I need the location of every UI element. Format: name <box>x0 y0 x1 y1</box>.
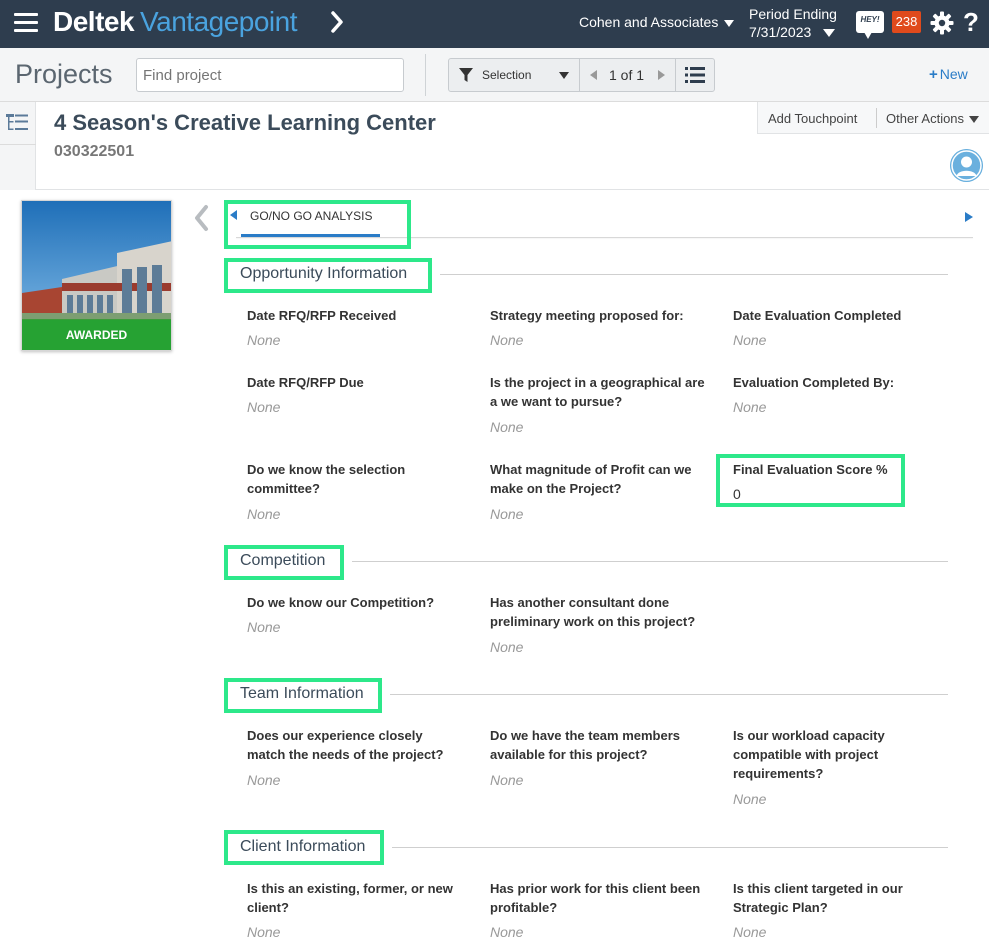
field-label: Date RFQ/RFP Due <box>247 375 364 390</box>
field-label: Final Evaluation Score % <box>733 462 888 477</box>
period-selector[interactable]: Period Ending 7/31/2023 <box>749 5 837 41</box>
field-value[interactable]: None <box>490 772 523 788</box>
field-value[interactable]: None <box>733 791 766 807</box>
caret-down-icon <box>969 116 980 124</box>
field-label: Date RFQ/RFP Received <box>247 308 397 323</box>
company-selector[interactable]: Cohen and Associates <box>579 14 735 30</box>
brand-second: Vantagepoint <box>140 6 298 37</box>
highlight-tab <box>224 200 411 249</box>
selection-dropdown[interactable]: Selection <box>482 68 531 82</box>
field-value[interactable]: None <box>490 639 523 655</box>
hamburger-icon[interactable] <box>14 13 38 33</box>
caret-down-icon <box>724 19 735 27</box>
left-strip <box>0 102 36 190</box>
field-label: Evaluation Completed By: <box>733 375 895 390</box>
notification-badge[interactable]: 238 <box>892 11 921 33</box>
section-rule <box>392 847 948 848</box>
hey-chat-icon[interactable]: HEY! <box>856 11 884 39</box>
field-label: Has prior work for this client been prof… <box>490 881 701 915</box>
divider <box>876 108 877 128</box>
field-value[interactable]: None <box>247 772 280 788</box>
field-value[interactable]: None <box>247 399 280 415</box>
tab-scroll-right-icon[interactable] <box>965 212 973 222</box>
prev-record-icon[interactable] <box>590 70 597 80</box>
caret-down-icon[interactable] <box>559 72 569 79</box>
field-label: Is this an existing, former, or new clie… <box>247 881 453 915</box>
new-label: New <box>939 66 968 82</box>
field-label: Date Evaluation Completed <box>733 308 902 323</box>
divider <box>425 54 426 96</box>
field-value[interactable]: None <box>247 332 280 348</box>
section-opportunity-information[interactable]: Opportunity Information <box>240 265 407 283</box>
divider <box>579 59 580 91</box>
help-icon[interactable]: ? <box>963 7 979 38</box>
field-label: Is the project in a geographical are a w… <box>490 375 705 409</box>
next-record-icon[interactable] <box>658 70 665 80</box>
section-competition[interactable]: Competition <box>240 552 325 570</box>
field-label: Do we have the team members available fo… <box>490 728 681 762</box>
search-input[interactable] <box>136 58 404 92</box>
final-score-value[interactable]: 0 <box>733 486 741 502</box>
plus-icon: + <box>929 66 938 83</box>
awarded-status: AWARDED <box>22 320 171 350</box>
tab-scroll-left-icon[interactable] <box>230 210 237 220</box>
caret-down-icon <box>823 29 835 37</box>
tree-view-icon[interactable] <box>5 112 29 134</box>
field-label: Has another consultant done preliminary … <box>490 595 696 629</box>
field-value[interactable]: None <box>247 924 280 940</box>
new-button[interactable]: + New <box>929 66 968 83</box>
field-value[interactable]: None <box>733 924 766 940</box>
field-label: Is this client targeted in our Strategic… <box>733 881 903 915</box>
page-title: Projects <box>15 59 113 89</box>
field-label: What magnitude of Profit can we make on … <box>490 462 692 496</box>
top-header: Deltek Vantagepoint Cohen and Associates … <box>0 0 989 48</box>
gear-icon[interactable] <box>930 11 954 35</box>
list-view-icon[interactable] <box>685 67 705 83</box>
add-touchpoint-button[interactable]: Add Touchpoint <box>768 111 857 126</box>
record-header: 4 Season's Creative Learning Center 0303… <box>0 102 989 190</box>
chevron-right-icon[interactable] <box>330 10 344 34</box>
field-label: Do we know our Competition? <box>247 595 435 610</box>
period-label: Period Ending <box>749 6 837 22</box>
field-label: Do we know the selection committee? <box>247 462 406 496</box>
section-rule <box>390 694 948 695</box>
field-label: Does our experience closely match the ne… <box>247 728 444 762</box>
section-rule <box>440 274 948 275</box>
field-value[interactable]: None <box>490 419 523 435</box>
avatar-icon[interactable] <box>950 149 983 182</box>
field-value[interactable]: None <box>490 506 523 522</box>
field-value[interactable]: None <box>247 506 280 522</box>
brand-first: Deltek <box>53 6 135 37</box>
record-number: 030322501 <box>54 143 135 160</box>
field-value[interactable]: None <box>733 399 766 415</box>
app-brand[interactable]: Deltek Vantagepoint <box>53 6 298 38</box>
divider <box>0 144 36 145</box>
field-value[interactable]: None <box>247 619 280 635</box>
company-name: Cohen and Associates <box>579 14 719 30</box>
chevron-left-icon[interactable] <box>192 204 210 232</box>
field-label: Is our workload capacity compatible with… <box>733 728 885 781</box>
pager-text: 1 of 1 <box>609 67 645 83</box>
field-value[interactable]: None <box>733 332 766 348</box>
selection-group: Selection 1 of 1 <box>448 58 715 92</box>
record-actions: Add Touchpoint Other Actions <box>757 102 989 134</box>
section-team-information[interactable]: Team Information <box>240 685 364 703</box>
filter-icon[interactable] <box>459 68 473 83</box>
search-toolbar: Projects Selection 1 of 1 +New <box>0 48 989 102</box>
field-value[interactable]: None <box>490 924 523 940</box>
other-actions-button[interactable]: Other Actions <box>886 111 980 126</box>
field-value[interactable]: None <box>490 332 523 348</box>
section-rule <box>352 561 948 562</box>
other-actions-label: Other Actions <box>886 111 965 126</box>
divider <box>675 59 676 91</box>
record-title: 4 Season's Creative Learning Center <box>54 110 436 135</box>
tab-bar-line <box>236 237 973 238</box>
project-photo[interactable]: AWARDED <box>21 200 172 351</box>
section-client-information[interactable]: Client Information <box>240 838 365 856</box>
tab-go-no-go-analysis[interactable]: GO/NO GO ANALYSIS <box>250 209 372 223</box>
field-label: Strategy meeting proposed for: <box>490 308 684 323</box>
